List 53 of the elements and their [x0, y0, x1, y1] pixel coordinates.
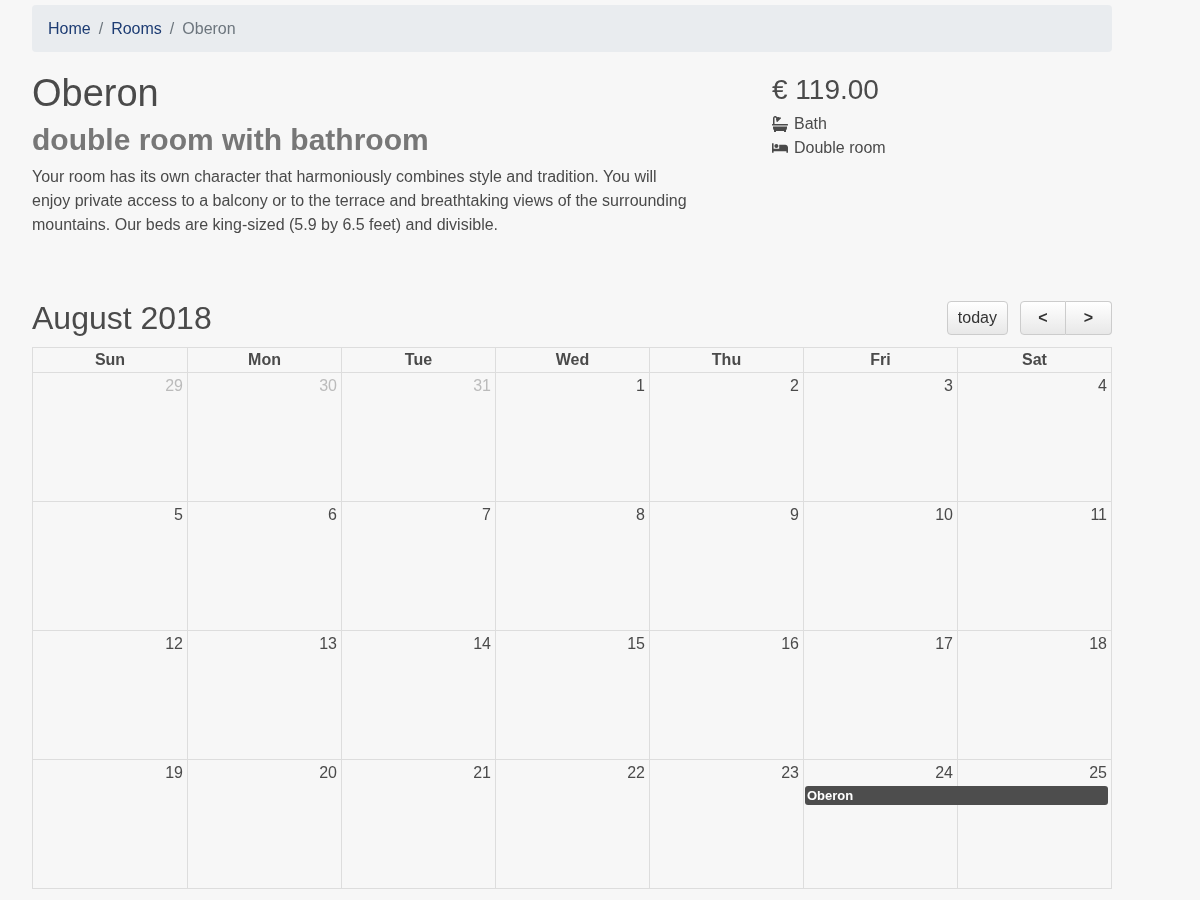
today-button[interactable]: today	[946, 301, 1008, 335]
weekday-header: Sun	[33, 348, 187, 373]
calendar-event[interactable]: Oberon	[805, 786, 1108, 805]
day-number: 7	[482, 505, 492, 525]
day-number: 31	[473, 376, 492, 396]
room-description: Your room has its own character that harmoniously combines style and tradition. You will enjoy private access to a balcony or to the terrace and breathtaking views of the surrounding mountains. Our beds are king-sized (5.9 by 6.5 feet) and divisible.	[32, 167, 688, 235]
day-number: 20	[319, 763, 338, 783]
bed-icon	[772, 140, 788, 156]
day-number: 13	[319, 634, 338, 654]
day-number: 24	[935, 763, 954, 783]
room-subtitle: double room with bathroom	[32, 123, 430, 157]
day-number: 9	[790, 505, 800, 525]
weekday-header: Fri	[803, 348, 957, 373]
calendar-title: August 2018	[32, 299, 212, 337]
day-number: 29	[165, 376, 184, 396]
weekday-header: Thu	[649, 348, 803, 373]
breadcrumb-link[interactable]: Rooms	[111, 19, 162, 38]
weekday-header: Wed	[495, 348, 649, 373]
weekday-header: Sat	[957, 348, 1111, 373]
next-button[interactable]: >	[1066, 301, 1112, 335]
day-number: 14	[473, 634, 492, 654]
day-number: 16	[781, 634, 800, 654]
day-number: 18	[1089, 634, 1108, 654]
day-number: 10	[935, 505, 954, 525]
day-number: 21	[473, 763, 492, 783]
previous-button[interactable]: <	[1020, 301, 1066, 335]
day-number: 1	[636, 376, 646, 396]
feature-label: Double room	[794, 138, 886, 158]
room-name: Oberon	[32, 72, 160, 115]
breadcrumb-separator: /	[98, 19, 104, 38]
day-number: 19	[165, 763, 184, 783]
day-number: 25	[1089, 763, 1108, 783]
day-number: 12	[165, 634, 184, 654]
day-number: 30	[319, 376, 338, 396]
day-number: 2	[790, 376, 800, 396]
day-number: 22	[627, 763, 646, 783]
weekday-header: Mon	[187, 348, 341, 373]
day-number: 17	[935, 634, 954, 654]
day-number: 23	[781, 763, 800, 783]
day-number: 4	[1098, 376, 1108, 396]
weekday-header: Tue	[341, 348, 495, 373]
bathtub-icon	[772, 116, 788, 132]
day-number: 15	[627, 634, 646, 654]
day-number: 5	[174, 505, 184, 525]
day-number: 6	[328, 505, 338, 525]
day-number: 8	[636, 505, 646, 525]
breadcrumb-link[interactable]: Home	[48, 19, 91, 38]
feature-label: Bath	[794, 114, 827, 134]
breadcrumb-separator: /	[169, 19, 175, 38]
room-price: € 119.00	[772, 74, 880, 106]
breadcrumb-current-page: Oberon	[182, 19, 236, 38]
day-number: 11	[1090, 505, 1108, 525]
day-number: 3	[944, 376, 954, 396]
